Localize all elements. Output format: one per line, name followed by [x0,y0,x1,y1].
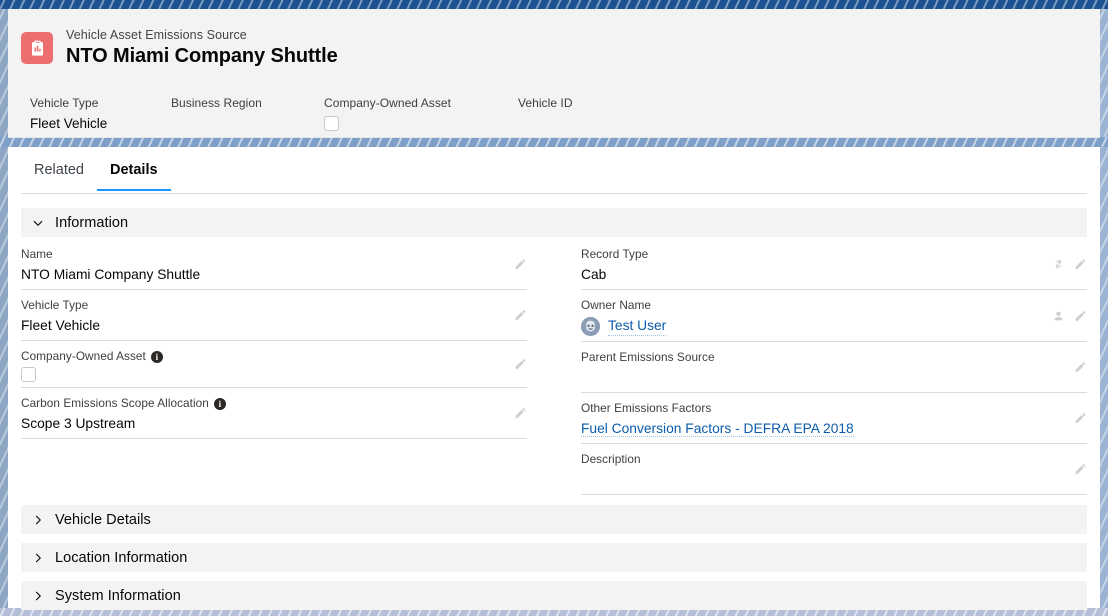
record-header: Vehicle Asset Emissions Source NTO Miami… [8,9,1100,138]
compact-field-label: Company-Owned Asset [324,96,452,110]
field-owner-name: Owner Name Test User [581,290,1087,342]
compact-field-vehicle-id: Vehicle ID [518,96,573,116]
owner-value-row: Test User [581,316,1087,336]
window-frame-left [0,9,8,616]
field-value: Cab [581,267,607,282]
field-actions [1074,361,1087,374]
compact-field-strip: Vehicle Type Fleet Vehicle Business Regi… [8,85,1100,138]
field-label: Company-Owned Asset i [21,349,527,364]
tab-related[interactable]: Related [21,152,97,190]
app-window: Vehicle Asset Emissions Source NTO Miami… [0,0,1108,616]
field-value: NTO Miami Company Shuttle [21,267,201,282]
field-actions [514,258,527,271]
pencil-icon[interactable] [514,407,527,420]
compact-field-label: Business Region [171,96,262,110]
change-owner-icon[interactable] [1052,309,1065,322]
owner-name-link[interactable]: Test User [608,316,667,336]
field-company-owned-asset: Company-Owned Asset i [21,341,527,388]
user-avatar-icon [581,316,600,336]
section-title: Information [55,214,129,231]
field-other-emissions-factors: Other Emissions Factors Fuel Conversion … [581,393,1087,444]
pencil-icon[interactable] [1074,412,1087,425]
info-icon[interactable]: i [213,397,226,410]
field-parent-emissions-source: Parent Emissions Source [581,342,1087,393]
clipboard-chart-icon [21,32,53,64]
tab-details[interactable]: Details [96,152,171,191]
collapsed-sections: Vehicle Details Location Information Sys… [8,505,1100,610]
field-label: Other Emissions Factors [581,401,712,415]
record-header-top: Vehicle Asset Emissions Source NTO Miami… [8,9,1100,71]
compact-field-business-region: Business Region [171,96,262,116]
field-label: Parent Emissions Source [581,350,715,364]
window-frame-divider [0,137,1108,147]
field-actions [514,358,527,371]
compact-field-label: Vehicle ID [518,96,573,110]
section-header-location-information[interactable]: Location Information [21,543,1087,572]
field-description: Description [581,444,1087,495]
field-label: Owner Name [581,298,651,312]
tab-label: Details [109,162,158,178]
field-actions [1074,463,1087,476]
record-detail-panel: Related Details Information Name NTO Mia… [8,147,1100,610]
pencil-icon[interactable] [1074,258,1087,271]
object-type-label: Vehicle Asset Emissions Source [66,28,247,43]
tab-bar: Related Details [21,152,1087,194]
field-actions [1052,309,1087,322]
field-value [581,470,1087,489]
field-vehicle-type: Vehicle Type Fleet Vehicle [21,290,527,341]
window-frame-top [0,0,1108,9]
compact-field-label: Vehicle Type [30,96,99,110]
pencil-icon[interactable] [1074,361,1087,374]
pencil-icon[interactable] [514,309,527,322]
tab-label: Related [34,162,84,178]
pencil-icon[interactable] [514,258,527,271]
chevron-right-icon [31,551,45,565]
field-label: Description [581,452,641,466]
field-value [581,368,1087,387]
field-value: Scope 3 Upstream [21,416,136,431]
compact-field-vehicle-type: Vehicle Type Fleet Vehicle [30,96,107,131]
pencil-icon[interactable] [1074,463,1087,476]
field-actions [514,407,527,420]
record-header-titles: Vehicle Asset Emissions Source NTO Miami… [66,28,338,67]
field-actions [1052,258,1087,271]
compact-field-value: Fleet Vehicle [30,116,108,131]
field-value: Fleet Vehicle [21,318,100,333]
field-name: Name NTO Miami Company Shuttle [21,239,527,290]
company-owned-asset-checkbox[interactable] [21,367,36,382]
field-label: Vehicle Type [21,298,89,312]
chevron-right-icon [31,513,45,527]
chevron-right-icon [31,589,45,603]
field-label: Carbon Emissions Scope Allocation i [21,396,527,411]
pencil-icon[interactable] [514,358,527,371]
fields-column-right: Record Type Cab Owner Name Test User Par… [554,239,1087,495]
fields-column-left: Name NTO Miami Company Shuttle Vehicle T… [21,239,554,495]
field-record-type: Record Type Cab [581,239,1087,290]
field-carbon-emissions-scope-allocation: Carbon Emissions Scope Allocation i Scop… [21,388,527,439]
other-emissions-factors-link[interactable]: Fuel Conversion Factors - DEFRA EPA 2018 [581,421,854,437]
section-header-information[interactable]: Information [21,208,1087,237]
info-icon[interactable]: i [150,350,163,363]
section-title: Location Information [55,549,188,566]
compact-field-company-owned-asset: Company-Owned Asset [324,96,451,131]
section-title: System Information [55,587,181,604]
window-frame-right [1100,9,1108,616]
change-record-type-icon[interactable] [1052,258,1065,271]
field-actions [1074,412,1087,425]
field-label: Record Type [581,247,649,261]
section-title: Vehicle Details [55,511,151,528]
field-label: Name [21,247,53,261]
field-actions [514,309,527,322]
pencil-icon[interactable] [1074,309,1087,322]
section-header-vehicle-details[interactable]: Vehicle Details [21,505,1087,534]
company-owned-asset-checkbox[interactable] [324,116,339,131]
section-header-system-information[interactable]: System Information [21,581,1087,610]
information-fields: Name NTO Miami Company Shuttle Vehicle T… [8,239,1100,495]
page-title: NTO Miami Company Shuttle [66,44,338,67]
chevron-down-icon [31,216,45,230]
